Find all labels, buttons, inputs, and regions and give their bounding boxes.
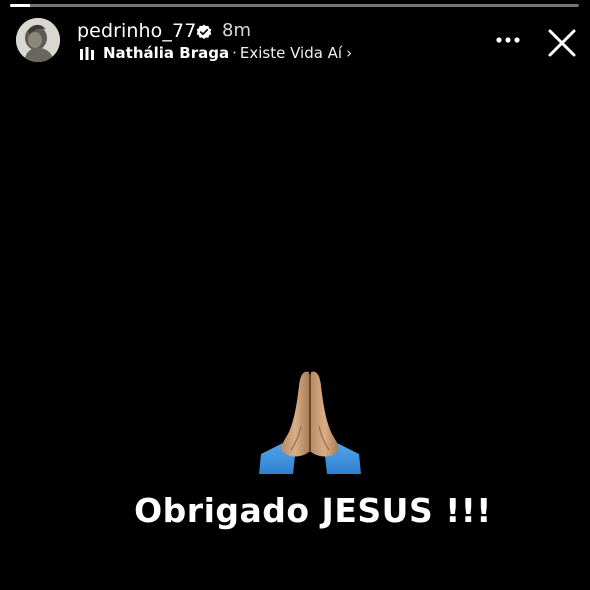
username[interactable]: pedrinho_77 [77, 20, 196, 42]
music-song-title: Existe Vida Aí [239, 44, 343, 62]
music-sticker-link[interactable]: Nathália Braga · Existe Vida Aí › [103, 44, 352, 62]
music-artist: Nathália Braga [103, 44, 230, 62]
verified-badge-icon [196, 24, 212, 40]
music-bars-icon [80, 47, 94, 60]
folded-hands-emoji [259, 371, 361, 474]
story-progress-bar [10, 4, 579, 7]
story-progress-fill [10, 4, 30, 7]
avatar-image [16, 18, 60, 62]
more-options-icon[interactable] [494, 30, 522, 50]
avatar[interactable] [16, 18, 60, 62]
music-separator: · [232, 44, 237, 62]
post-time: 8m [222, 20, 251, 41]
close-icon[interactable] [546, 27, 578, 59]
story-caption: Obrigado JESUS !!! [134, 491, 492, 530]
chevron-right-icon: › [346, 44, 353, 62]
